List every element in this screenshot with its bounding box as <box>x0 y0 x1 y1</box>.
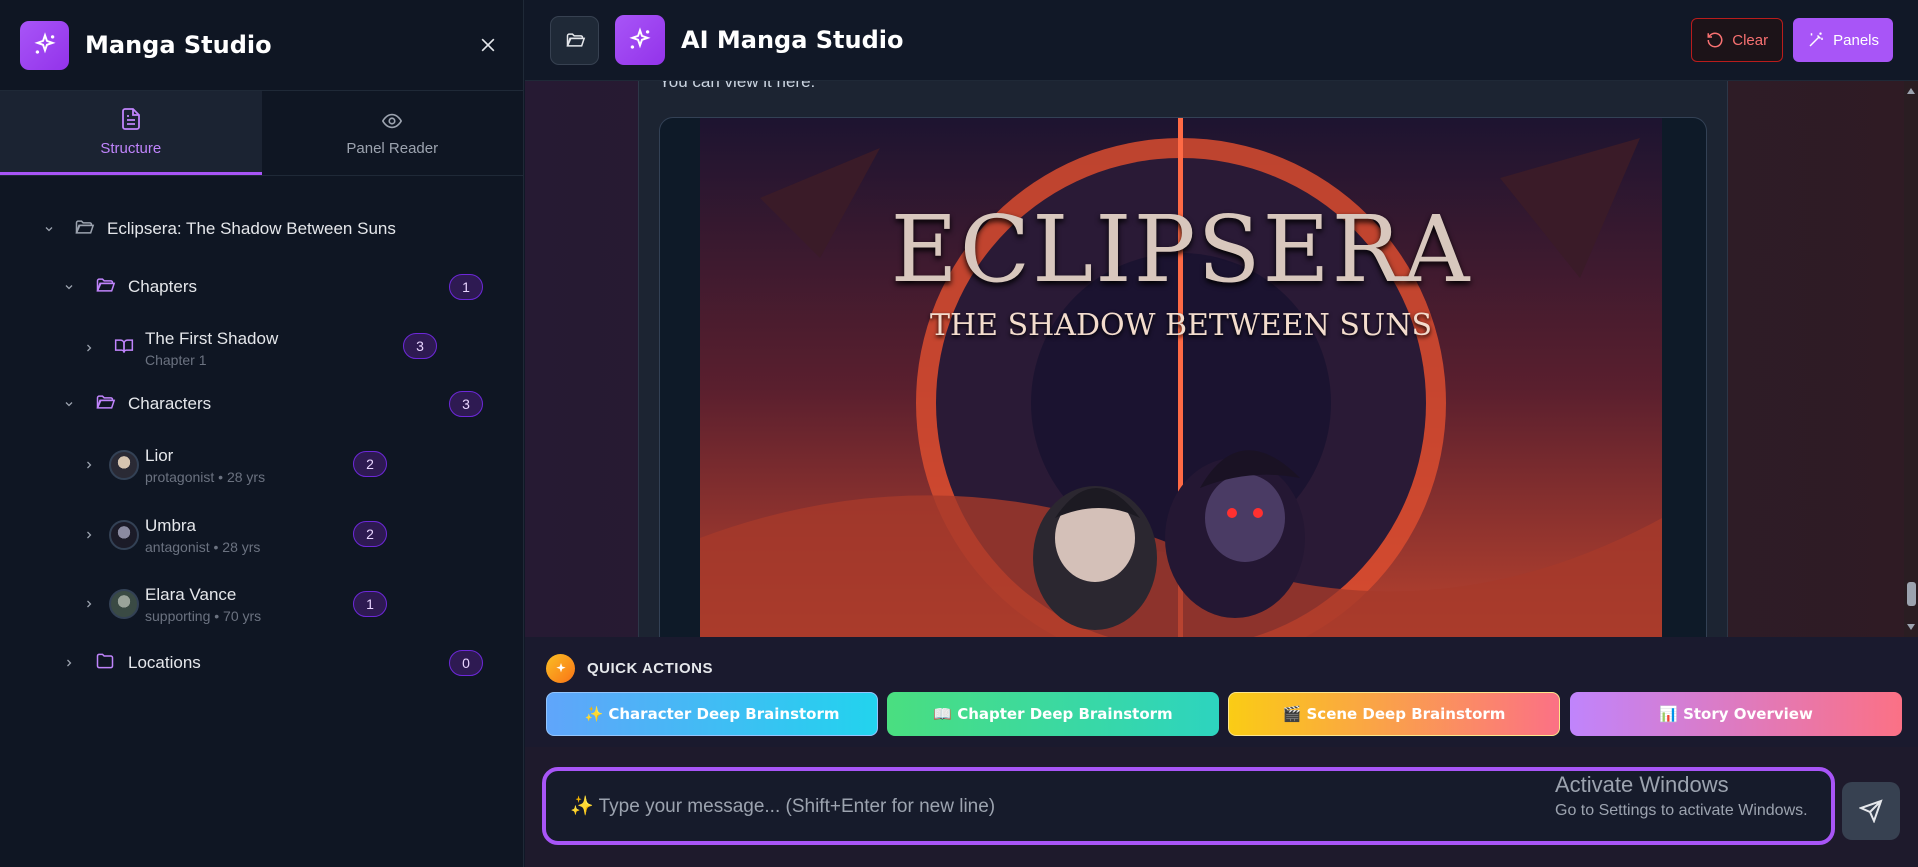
character-count-badge: 2 <box>353 521 387 547</box>
character-meta: antagonist • 28 yrs <box>145 538 261 555</box>
chapter-title: The First Shadow <box>145 328 279 348</box>
folder-open-icon <box>73 217 95 242</box>
locations-count-badge: 0 <box>449 650 483 676</box>
chevron-down-icon <box>61 281 77 293</box>
folder-open-icon <box>94 392 116 417</box>
chevron-right-icon <box>81 342 97 354</box>
chapters-count-badge: 1 <box>449 274 483 300</box>
characters-count-badge: 3 <box>449 391 483 417</box>
close-icon <box>481 38 495 52</box>
chevron-down-icon <box>61 398 77 410</box>
character-item-elara-vance[interactable]: Elara Vance supporting • 70 yrs <box>81 579 261 629</box>
app-title: AI Manga Studio <box>681 26 904 54</box>
assistant-message: You can view it here: ECLIPSERA THE SHAD… <box>638 81 1728 637</box>
story-overview-button[interactable]: 📊 Story Overview <box>1570 692 1902 736</box>
chevron-down-icon <box>41 223 57 235</box>
quick-actions-header: QUICK ACTIONS <box>546 654 713 683</box>
top-bar: AI Manga Studio Clear Panels <box>525 0 1918 81</box>
character-item-umbra[interactable]: Umbra antagonist • 28 yrs <box>81 510 260 560</box>
manga-cover-art: ECLIPSERA THE SHADOW BETWEEN SUNS <box>700 118 1662 637</box>
eye-icon <box>382 113 403 128</box>
character-item-lior[interactable]: Lior protagonist • 28 yrs <box>81 440 265 490</box>
windows-activation-watermark: Activate Windows Go to Settings to activ… <box>1555 772 1808 820</box>
chapter-count-badge: 3 <box>403 333 437 359</box>
composer: ✨ Type your message... (Shift+Enter for … <box>525 747 1918 867</box>
close-sidebar-button[interactable] <box>473 30 503 60</box>
chevron-right-icon <box>61 657 77 669</box>
scrollbar-thumb[interactable] <box>1907 582 1916 606</box>
sidebar-tabs: Structure Panel Reader <box>0 91 523 176</box>
chevron-right-icon <box>81 459 97 471</box>
tab-structure-label: Structure <box>100 140 162 157</box>
tree-root[interactable]: Eclipsera: The Shadow Between Suns <box>41 206 396 252</box>
folder-icon <box>94 651 116 676</box>
sidebar-header: Manga Studio <box>0 0 523 91</box>
character-name: Lior <box>145 445 174 465</box>
character-count-badge: 2 <box>353 451 387 477</box>
main-panel: AI Manga Studio Clear Panels You can vie… <box>525 0 1918 867</box>
tree-characters[interactable]: Characters <box>61 381 211 427</box>
send-icon <box>1859 799 1883 823</box>
tab-panel-reader-label: Panel Reader <box>346 139 439 157</box>
tree-chapter-item[interactable]: The First Shadow Chapter 1 <box>81 323 278 373</box>
cover-title: ECLIPSERA <box>890 196 1472 303</box>
tree-locations[interactable]: Locations <box>61 640 201 686</box>
quick-actions-title: QUICK ACTIONS <box>587 660 713 677</box>
generated-cover-image[interactable]: ECLIPSERA THE SHADOW BETWEEN SUNS <box>659 117 1707 637</box>
tree-chapters[interactable]: Chapters <box>61 264 197 310</box>
chat-scrollbar[interactable] <box>1904 81 1918 637</box>
panels-button-label: Panels <box>1833 31 1879 49</box>
sidebar: Manga Studio Structure Panel Reader Ecli… <box>0 0 524 867</box>
scroll-up-arrow-icon <box>1907 88 1915 94</box>
send-button[interactable] <box>1842 782 1900 840</box>
avatar <box>109 450 139 480</box>
character-count-badge: 1 <box>353 591 387 617</box>
scroll-down-arrow-icon <box>1907 624 1915 630</box>
tree-locations-label: Locations <box>128 653 201 672</box>
chapter-subtitle: Chapter 1 <box>145 351 207 368</box>
lightning-sparkle-icon <box>546 654 575 683</box>
chevron-right-icon <box>81 529 97 541</box>
tab-structure[interactable]: Structure <box>0 91 262 175</box>
message-text: You can view it here: <box>659 81 816 91</box>
scene-deep-brainstorm-button[interactable]: 🎬 Scene Deep Brainstorm <box>1228 692 1560 736</box>
open-folder-button[interactable] <box>550 15 599 65</box>
tree-chapters-label: Chapters <box>128 277 197 296</box>
sidebar-title: Manga Studio <box>85 31 272 59</box>
folder-open-icon <box>94 275 116 300</box>
chevron-right-icon <box>81 598 97 610</box>
folder-open-icon <box>565 33 585 47</box>
avatar <box>109 520 139 550</box>
watermark-line2: Go to Settings to activate Windows. <box>1555 802 1808 819</box>
tree-root-label: Eclipsera: The Shadow Between Suns <box>107 219 396 238</box>
clear-button-label: Clear <box>1732 31 1769 49</box>
character-meta: supporting • 70 yrs <box>145 607 262 624</box>
tab-panel-reader[interactable]: Panel Reader <box>262 91 524 175</box>
chapter-deep-brainstorm-button[interactable]: 📖 Chapter Deep Brainstorm <box>887 692 1219 736</box>
watermark-line1: Activate Windows <box>1555 772 1729 797</box>
character-name: Umbra <box>145 515 197 535</box>
character-name: Elara Vance <box>145 584 237 604</box>
panels-button[interactable]: Panels <box>1793 18 1893 62</box>
input-placeholder: ✨ Type your message... (Shift+Enter for … <box>570 796 996 817</box>
rotate-ccw-icon <box>1707 32 1723 48</box>
sparkles-logo-icon <box>20 20 69 70</box>
avatar <box>109 589 139 619</box>
character-meta: protagonist • 28 yrs <box>145 468 266 485</box>
document-icon <box>121 108 140 130</box>
magic-wand-icon <box>1809 32 1823 47</box>
character-deep-brainstorm-button[interactable]: ✨ Character Deep Brainstorm <box>546 692 878 736</box>
clear-button[interactable]: Clear <box>1691 18 1784 62</box>
chat-area[interactable]: You can view it here: ECLIPSERA THE SHAD… <box>525 81 1918 637</box>
quick-actions-panel: QUICK ACTIONS ✨ Character Deep Brainstor… <box>525 637 1918 747</box>
cover-subtitle: THE SHADOW BETWEEN SUNS <box>929 308 1433 343</box>
tree-characters-label: Characters <box>128 394 212 413</box>
book-open-icon <box>113 336 135 361</box>
sparkles-brand-icon <box>615 15 665 65</box>
